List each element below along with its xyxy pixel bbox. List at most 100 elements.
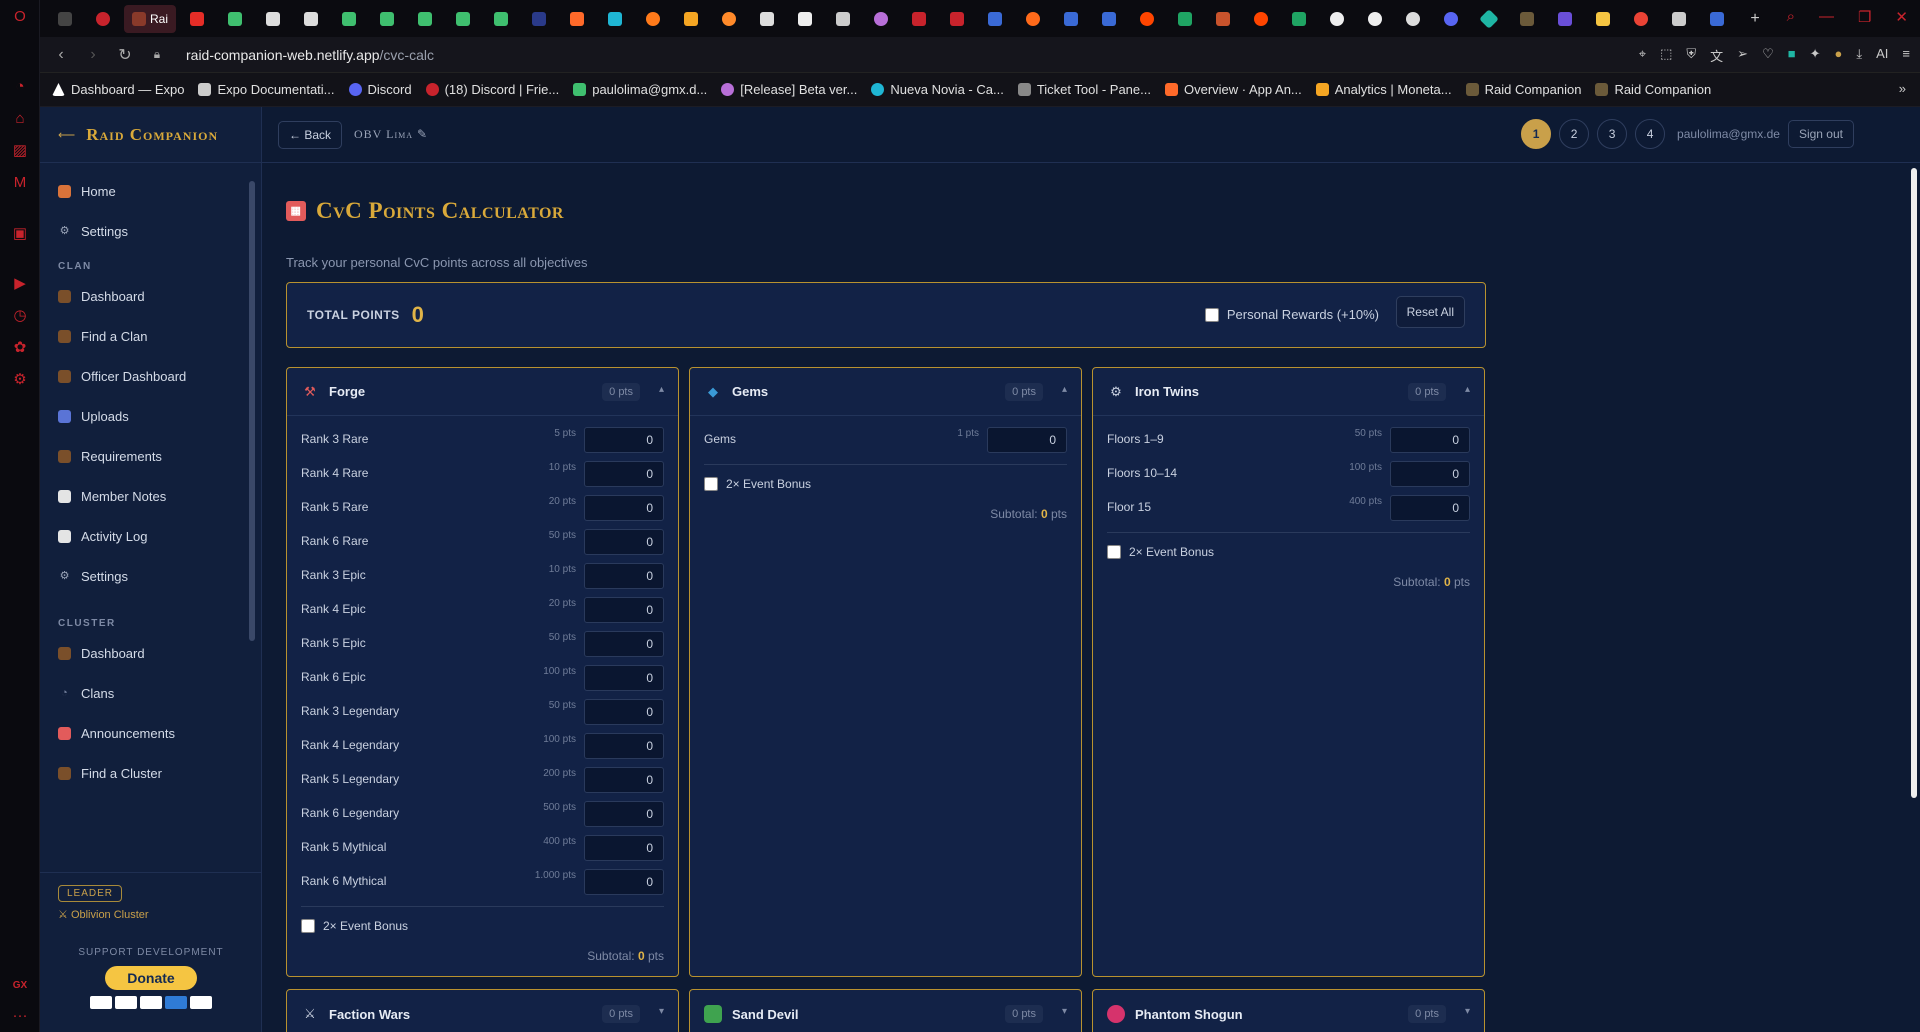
objective-count-input[interactable] — [584, 665, 664, 691]
tab-icon[interactable] — [1130, 5, 1164, 33]
sidebar-scrollbar[interactable] — [247, 167, 257, 867]
account-slot-4[interactable]: 4 — [1635, 119, 1666, 149]
sidebar-item-uploads[interactable]: Uploads — [40, 396, 261, 436]
tab-icon[interactable] — [1358, 5, 1392, 33]
sidebar-item-settings[interactable]: ⚙ Settings — [40, 211, 261, 251]
bookmark[interactable]: paulolima@gmx.d... — [573, 82, 707, 97]
new-tab-icon[interactable]: + — [1738, 5, 1772, 33]
scrollbar-thumb[interactable] — [249, 181, 255, 641]
sidebar-item-find-cluster[interactable]: Find a Cluster — [40, 753, 261, 793]
tab-icon[interactable] — [902, 5, 936, 33]
tab-icon[interactable] — [446, 5, 480, 33]
shield-icon[interactable]: ⛨ — [1686, 46, 1696, 65]
tab-icon[interactable] — [1624, 5, 1658, 33]
heart-icon[interactable]: ♡ — [1762, 46, 1774, 65]
player-icon[interactable]: ▶ — [0, 275, 40, 293]
tab-icon[interactable] — [1586, 5, 1620, 33]
pin-icon[interactable]: ⌖ — [1639, 46, 1646, 65]
objective-count-input[interactable] — [584, 563, 664, 589]
bookmarks-overflow-icon[interactable]: » — [1899, 81, 1906, 96]
category-header[interactable]: Phantom Shogun 0 pts ▾ — [1093, 990, 1484, 1032]
tab-icon[interactable] — [864, 5, 898, 33]
tab-icon[interactable] — [1510, 5, 1544, 33]
minimize-icon[interactable]: — — [1819, 8, 1834, 26]
maximize-icon[interactable]: ❐ — [1858, 8, 1871, 26]
extensions-icon[interactable]: ✿ — [0, 339, 40, 357]
objective-count-input[interactable] — [584, 733, 664, 759]
sidebar-item-find-clan[interactable]: Find a Clan — [40, 316, 261, 356]
chevron-down-icon[interactable]: ▾ — [1062, 1006, 1067, 1017]
tab-icon[interactable] — [674, 5, 708, 33]
personal-rewards-checkbox[interactable] — [1204, 307, 1219, 322]
bookmark[interactable]: Discord — [348, 82, 412, 97]
gmail-icon[interactable]: M — [0, 174, 40, 192]
sidebar-item-announcements[interactable]: Announcements — [40, 713, 261, 753]
objective-count-input[interactable] — [584, 767, 664, 793]
gx-icon[interactable]: GX — [0, 977, 40, 995]
url-field[interactable]: raid-companion-web.netlify.app/cvc-calc — [186, 47, 434, 63]
tab-icon[interactable] — [712, 5, 746, 33]
tab-icon[interactable] — [560, 5, 594, 33]
tab-icon[interactable] — [1700, 5, 1734, 33]
tab-icon[interactable] — [370, 5, 404, 33]
tab-icon[interactable] — [1054, 5, 1088, 33]
settings-icon[interactable]: ⚙ — [0, 371, 40, 389]
tab-active[interactable]: Rai — [124, 4, 176, 33]
sidebar-item-cluster-dashboard[interactable]: Dashboard — [40, 633, 261, 673]
objective-count-input[interactable] — [1390, 495, 1470, 521]
account-slot-3[interactable]: 3 — [1597, 119, 1628, 149]
tab-icon[interactable] — [750, 5, 784, 33]
bookmark[interactable]: Expo Documentati... — [198, 82, 335, 97]
event-bonus-checkbox[interactable] — [1107, 545, 1121, 559]
sidebar-item-clan-dashboard[interactable]: Dashboard — [40, 276, 261, 316]
tab-icon[interactable] — [978, 5, 1012, 33]
objective-count-input[interactable] — [584, 597, 664, 623]
history-icon[interactable]: ◷ — [0, 307, 40, 325]
chevron-up-icon[interactable]: ▴ — [659, 384, 664, 395]
sidebar-item-clan-settings[interactable]: ⚙ Settings — [40, 556, 261, 596]
objective-count-input[interactable] — [584, 869, 664, 895]
tab-icon[interactable] — [218, 5, 252, 33]
sidebar-item-clans[interactable]: ◔ Clans — [40, 673, 261, 713]
tab-icon[interactable] — [1282, 5, 1316, 33]
objective-count-input[interactable] — [584, 835, 664, 861]
reset-all-button[interactable]: Reset All — [1395, 296, 1465, 328]
page-scrollbar[interactable] — [1908, 164, 1920, 1032]
category-header[interactable]: ◆ Gems 0 pts ▴ — [690, 368, 1081, 416]
opera-logo-icon[interactable]: O — [0, 8, 40, 26]
bookmark[interactable]: Raid Companion — [1595, 82, 1711, 97]
translate-icon[interactable]: 文 — [1710, 46, 1723, 65]
back-icon[interactable]: ‹ — [52, 46, 70, 64]
objective-count-input[interactable] — [1390, 427, 1470, 453]
tab-icon[interactable] — [332, 5, 366, 33]
personal-rewards-toggle[interactable]: Personal Rewards (+10%) — [1204, 307, 1379, 322]
chevron-down-icon[interactable]: ▾ — [659, 1006, 664, 1017]
tab-icon[interactable] — [408, 5, 442, 33]
tab-icon[interactable] — [598, 5, 632, 33]
tab-icon[interactable] — [1548, 5, 1582, 33]
category-header[interactable]: ⚙ Iron Twins 0 pts ▴ — [1093, 368, 1484, 416]
back-button[interactable]: ← Back — [278, 120, 343, 149]
profile-icon[interactable]: ● — [1835, 46, 1843, 65]
tab-icon[interactable] — [1320, 5, 1354, 33]
home-icon[interactable]: ⌂ — [0, 110, 40, 128]
sidebar-item-requirements[interactable]: Requirements — [40, 436, 261, 476]
speed-dial-icon[interactable]: ◔ — [0, 78, 40, 96]
tab-icon[interactable] — [256, 5, 290, 33]
tab-icon[interactable] — [484, 5, 518, 33]
tab-icon[interactable] — [636, 5, 670, 33]
tab-icon[interactable] — [1016, 5, 1050, 33]
sidebar-item-activity-log[interactable]: Activity Log — [40, 516, 261, 556]
tab-icon[interactable] — [1168, 5, 1202, 33]
lock-icon[interactable]: 🔒︎ — [148, 47, 166, 62]
extension-icon[interactable]: ■ — [1788, 46, 1796, 65]
snapshot-icon[interactable]: ⬚ — [1660, 46, 1672, 65]
event-bonus-checkbox[interactable] — [704, 477, 718, 491]
objective-count-input[interactable] — [1390, 461, 1470, 487]
event-bonus-toggle[interactable]: 2× Event Bonus — [287, 915, 678, 937]
bookmark[interactable]: Raid Companion — [1465, 82, 1581, 97]
chevron-up-icon[interactable]: ▴ — [1062, 384, 1067, 395]
mods-icon[interactable]: ▨ — [0, 142, 40, 160]
category-header[interactable]: ⚒ Forge 0 pts ▴ — [287, 368, 678, 416]
download-icon[interactable]: ⤓ — [1856, 46, 1862, 65]
